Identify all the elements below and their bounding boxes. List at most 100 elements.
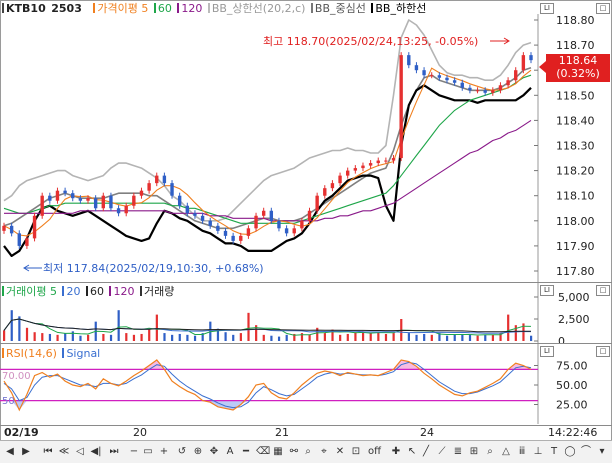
volume-bar xyxy=(308,334,311,341)
cycle-icon[interactable]: ⌒ xyxy=(580,444,592,459)
plus-tool-icon[interactable]: ✚ xyxy=(390,444,402,459)
scroll-left-icon[interactable]: ◀ xyxy=(4,444,16,459)
candle-body xyxy=(445,77,449,81)
ellipse-icon[interactable]: ◯ xyxy=(564,444,576,459)
zoom-bar-icon[interactable]: ▭ xyxy=(142,444,154,459)
scroll-right-icon[interactable]: ▶ xyxy=(20,444,32,459)
trend-icon[interactable]: ⟋ xyxy=(436,444,448,459)
search-icon[interactable]: ⌕ xyxy=(484,444,496,459)
eraser-icon[interactable]: ⌫ xyxy=(256,444,270,459)
select-icon[interactable]: ↖ xyxy=(406,444,418,459)
volume-bar xyxy=(25,327,29,341)
candle-body xyxy=(529,55,533,61)
draw-icon[interactable]: ╱ xyxy=(420,444,432,459)
calendar-icon[interactable]: ▦ xyxy=(272,444,284,459)
volume-bar xyxy=(369,333,372,341)
volume-tick-label: 2,500 xyxy=(558,313,590,326)
candle-body xyxy=(246,228,251,236)
volume-bar xyxy=(186,334,189,341)
grid-icon[interactable]: ⊞ xyxy=(468,444,480,459)
volume-bar xyxy=(132,334,136,341)
vol-ma60-line xyxy=(3,318,532,333)
prev-icon[interactable]: ◁ xyxy=(74,444,86,459)
candle-body xyxy=(521,55,526,71)
candle-body xyxy=(475,90,480,92)
candle-body xyxy=(55,190,60,201)
volume-bar xyxy=(262,334,265,341)
volume-bar xyxy=(3,330,6,341)
price-tick-label: 118.80 xyxy=(556,14,595,27)
chart-toolbar: ◀ ▶ ⏮ ≪ ◁ ◀| ⏭ − ▭ + ↺ ⊕ ✥ A ━ ⌫ ▦ ⚯ ⌕ ⌖… xyxy=(0,440,612,463)
volume-bar xyxy=(193,335,197,341)
hline-icon[interactable]: ━ xyxy=(240,444,252,459)
candle-body xyxy=(25,238,29,246)
current-price-change: (0.32%) xyxy=(556,67,600,80)
off-toggle[interactable]: off xyxy=(368,444,381,459)
volume-bar xyxy=(148,329,151,341)
candle-body xyxy=(498,85,503,91)
candle-body xyxy=(93,198,98,209)
prev-page-icon[interactable]: ≪ xyxy=(58,444,70,459)
volume-bar xyxy=(117,310,120,341)
candle-body xyxy=(491,90,495,93)
rsi-oversold-fill xyxy=(4,400,531,410)
candle-body xyxy=(399,55,403,159)
candle-body xyxy=(48,195,52,201)
candle-body xyxy=(71,193,75,199)
price-chart[interactable]: 118.80118.70118.60118.50118.40118.30118.… xyxy=(0,0,612,282)
candle-body xyxy=(231,235,235,241)
x-cross-icon[interactable]: ✕ xyxy=(334,444,346,459)
volume-bar xyxy=(10,310,13,341)
crosshair-icon[interactable]: ⊕ xyxy=(192,444,204,459)
candle-body xyxy=(460,82,464,88)
triangle-icon[interactable]: △ xyxy=(500,444,512,459)
volume-bar xyxy=(109,334,113,341)
bb-mid-line xyxy=(3,66,532,230)
rsi-chart[interactable]: 75.00 50.00 25.00 70.00 50 xyxy=(0,344,612,424)
link-icon[interactable]: ⚯ xyxy=(288,444,300,459)
volume-bar xyxy=(178,333,181,341)
reset-icon[interactable]: ↺ xyxy=(176,444,188,459)
candle-body xyxy=(132,195,136,206)
candle-body xyxy=(63,190,67,194)
first-icon[interactable]: ⏮ xyxy=(42,444,54,459)
candle-body xyxy=(223,230,228,236)
price-tick-label: 118.40 xyxy=(556,114,595,127)
candle-body xyxy=(40,195,44,216)
high-annotation: 최고 118.70(2025/02/24,13:25, -0.05%) xyxy=(263,35,478,48)
ruler-icon[interactable]: ⊥ xyxy=(532,444,544,459)
candle-body xyxy=(124,205,128,214)
candle-body xyxy=(239,235,243,241)
last-icon[interactable]: ⏭ xyxy=(108,444,120,459)
rsi-tick-label: 75.00 xyxy=(556,360,588,373)
volume-bar xyxy=(64,333,67,341)
candle-body xyxy=(346,170,350,176)
current-price-pointer-icon xyxy=(539,61,546,73)
bb-upper-line xyxy=(3,19,532,222)
rsi-overbought-fill xyxy=(4,360,531,370)
volume-bar xyxy=(140,333,143,341)
channel-icon[interactable]: ≣ xyxy=(452,444,464,459)
next-icon[interactable]: ◀| xyxy=(90,444,102,459)
more-icon[interactable]: ▾ xyxy=(596,444,608,459)
magnifier-icon[interactable]: ⌕ xyxy=(302,444,314,459)
volume-bar xyxy=(468,334,472,341)
fib-icon[interactable]: ⅲ xyxy=(516,444,528,459)
zoom-in-icon[interactable]: + xyxy=(158,444,170,459)
zoom-out-icon[interactable]: − xyxy=(128,444,140,459)
cursor-icon[interactable]: ⌖ xyxy=(318,444,330,459)
pan-icon[interactable]: ✥ xyxy=(208,444,220,459)
rsi-level-label: 70.00 xyxy=(2,371,31,382)
x-label-24: 24 xyxy=(420,426,434,439)
volume-chart[interactable]: 5,000 2,500 0 xyxy=(0,283,612,343)
candle-body xyxy=(338,175,342,184)
text-tool-icon[interactable]: T xyxy=(548,444,560,459)
candle-body xyxy=(452,80,457,83)
volume-bar xyxy=(155,314,158,341)
volume-bar xyxy=(491,334,495,341)
text-icon[interactable]: A xyxy=(224,444,236,459)
candle-body xyxy=(177,195,182,206)
volume-bar xyxy=(392,333,395,341)
price-tick-label: 118.50 xyxy=(556,89,595,102)
lock-icon[interactable]: ⊡ xyxy=(350,444,362,459)
